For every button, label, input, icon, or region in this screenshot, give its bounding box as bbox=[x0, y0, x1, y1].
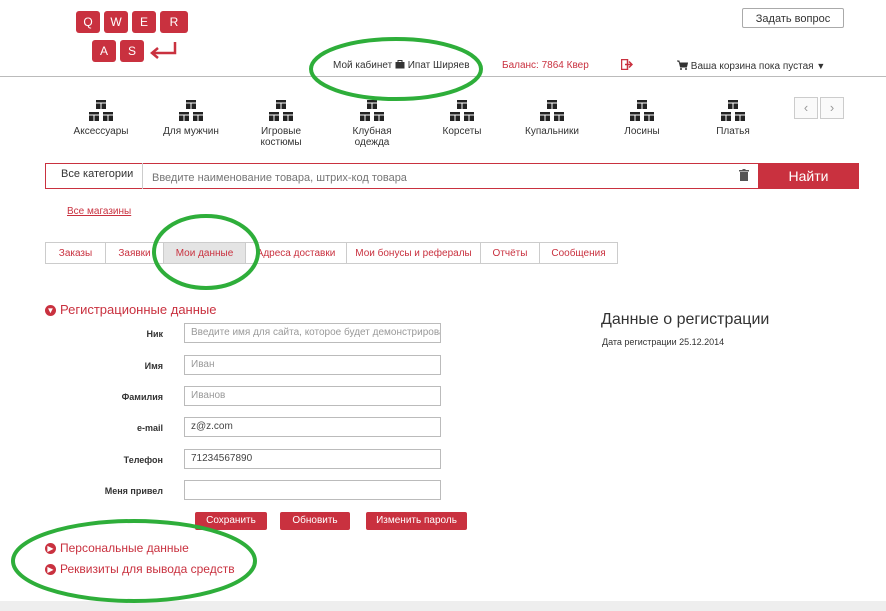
cabinet-label: Мой кабинет bbox=[333, 60, 393, 71]
tab-reports[interactable]: Отчёты bbox=[480, 242, 540, 264]
chevron-right-icon: ▶ bbox=[45, 564, 56, 576]
tab-bonuses[interactable]: Мои бонусы и рефералы bbox=[346, 242, 481, 264]
chevron-down-icon: ▼ bbox=[45, 305, 56, 317]
chevron-right-icon[interactable]: › bbox=[820, 97, 844, 119]
briefcase-icon bbox=[395, 60, 405, 69]
cart[interactable]: Ваша корзина пока пустая ▼ bbox=[677, 60, 825, 72]
boxes-icon bbox=[630, 100, 654, 121]
change-password-button[interactable]: Изменить пароль bbox=[366, 512, 467, 530]
category-label: Для мужчин bbox=[163, 126, 219, 137]
category-label: Аксессуары bbox=[73, 126, 129, 137]
user-name: Ипат Ширяев bbox=[407, 60, 470, 71]
referrer-field[interactable] bbox=[184, 480, 441, 500]
last-name-field[interactable]: Иванов bbox=[184, 386, 441, 406]
annotation-oval bbox=[11, 519, 257, 603]
balance[interactable]: Баланс: 7864 Квер bbox=[502, 60, 589, 71]
registration-section-header[interactable]: ▼ Регистрационные данные bbox=[45, 302, 216, 317]
category-label: Клубная одежда bbox=[352, 126, 392, 148]
boxes-icon bbox=[360, 100, 384, 121]
boxes-icon bbox=[179, 100, 203, 121]
field-label: Ник bbox=[146, 329, 163, 339]
update-button[interactable]: Обновить bbox=[280, 512, 350, 530]
logo-key: S bbox=[120, 40, 144, 62]
field-label: Телефон bbox=[123, 455, 163, 465]
chevron-left-icon[interactable]: ‹ bbox=[794, 97, 818, 119]
field-label: Меня привел bbox=[104, 486, 163, 496]
trash-icon[interactable] bbox=[739, 169, 749, 181]
registration-date: Дата регистрации 25.12.2014 bbox=[602, 337, 725, 347]
chevron-down-icon: ▼ bbox=[816, 61, 826, 71]
search-input[interactable] bbox=[150, 168, 734, 188]
tab-messages[interactable]: Сообщения bbox=[539, 242, 618, 264]
cart-icon bbox=[677, 60, 689, 70]
category-item[interactable]: Платья bbox=[693, 100, 773, 137]
field-label: e-mail bbox=[136, 423, 163, 433]
email-field[interactable]: z@z.com bbox=[184, 417, 441, 437]
personal-data-title: Персональные данные bbox=[60, 541, 189, 555]
phone-field[interactable]: 71234567890 bbox=[184, 449, 441, 469]
enter-arrow-icon bbox=[150, 42, 177, 59]
category-label: Игровые костюмы bbox=[260, 126, 302, 148]
category-label: Корсеты bbox=[442, 126, 482, 137]
search-button[interactable]: Найти bbox=[758, 163, 859, 189]
tab-my-data[interactable]: Мои данные bbox=[163, 242, 246, 264]
boxes-icon bbox=[89, 100, 113, 121]
tab-requests[interactable]: Заявки bbox=[105, 242, 164, 264]
withdrawal-title: Реквизиты для вывода средств bbox=[60, 562, 235, 576]
personal-data-section[interactable]: ▶ Персональные данные bbox=[45, 541, 189, 555]
logo-key: W bbox=[104, 11, 128, 33]
chevron-right-icon: ▶ bbox=[45, 543, 56, 555]
boxes-icon bbox=[450, 100, 474, 121]
registration-title: Регистрационные данные bbox=[60, 302, 217, 317]
boxes-icon bbox=[269, 100, 293, 121]
category-label: Лосины bbox=[624, 126, 660, 137]
logo-key: A bbox=[92, 40, 116, 62]
registration-info-title: Данные о регистрации bbox=[601, 311, 770, 328]
cart-label: Ваша корзина пока пустая bbox=[690, 61, 814, 72]
boxes-icon bbox=[721, 100, 745, 121]
tab-orders[interactable]: Заказы bbox=[45, 242, 106, 264]
cabinet-link[interactable]: Мой кабинет Ипат Ширяев bbox=[333, 60, 470, 71]
field-label: Имя bbox=[144, 361, 163, 371]
tab-delivery-addresses[interactable]: Адреса доставки bbox=[245, 242, 347, 264]
category-label: Платья bbox=[716, 126, 750, 137]
logo-key: R bbox=[160, 11, 188, 33]
boxes-icon bbox=[540, 100, 564, 121]
logo-key: E bbox=[132, 11, 156, 33]
ask-question-button[interactable]: Задать вопрос bbox=[742, 8, 844, 28]
footer-band bbox=[0, 601, 886, 611]
field-label: Фамилия bbox=[121, 392, 163, 402]
header-divider bbox=[0, 76, 886, 77]
category-item[interactable]: Лосины bbox=[602, 100, 682, 137]
nick-field[interactable]: Введите имя для сайта, которое будет дем… bbox=[184, 323, 441, 343]
withdrawal-section[interactable]: ▶ Реквизиты для вывода средств bbox=[45, 562, 235, 576]
first-name-field[interactable]: Иван bbox=[184, 355, 441, 375]
category-item[interactable]: Для мужчин bbox=[151, 100, 231, 137]
save-button[interactable]: Сохранить bbox=[195, 512, 267, 530]
category-item[interactable]: Корсеты bbox=[422, 100, 502, 137]
logo-key: Q bbox=[76, 11, 100, 33]
logout-icon[interactable] bbox=[621, 59, 633, 70]
category-label: Купальники bbox=[525, 126, 579, 137]
all-shops-link[interactable]: Все магазины bbox=[67, 206, 131, 217]
category-item[interactable]: Аксессуары bbox=[61, 100, 141, 137]
category-item[interactable]: Игровые костюмы bbox=[241, 100, 321, 148]
all-categories-dropdown[interactable]: Все категории bbox=[45, 163, 143, 189]
category-item[interactable]: Купальники bbox=[512, 100, 592, 137]
category-item[interactable]: Клубная одежда bbox=[332, 100, 412, 148]
